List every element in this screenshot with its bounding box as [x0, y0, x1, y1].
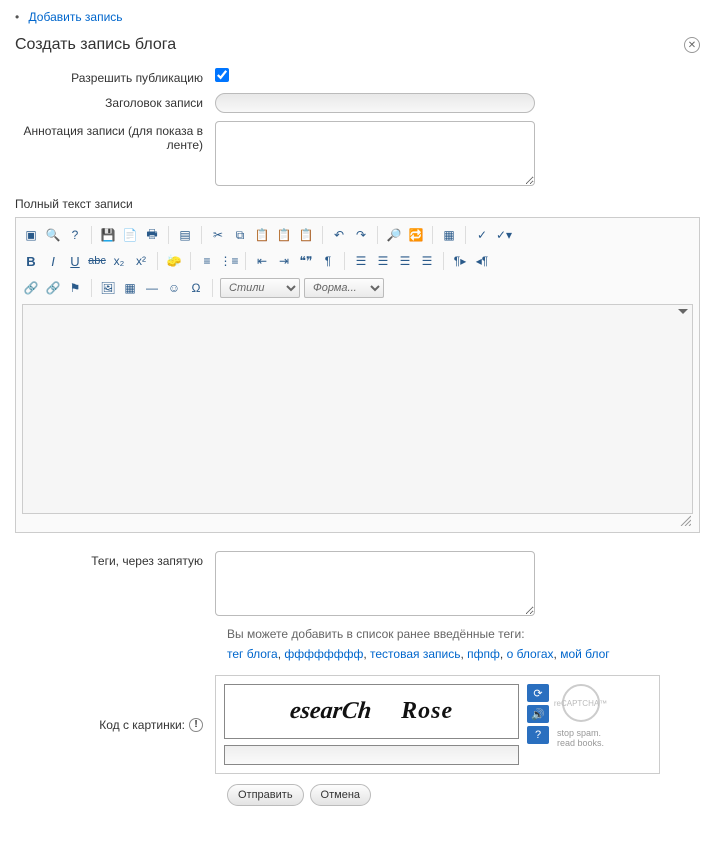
align-right-icon[interactable]: ☰: [396, 252, 414, 270]
cancel-button[interactable]: Отмена: [310, 784, 371, 806]
unordered-list-icon[interactable]: ⋮≡: [220, 252, 238, 270]
outdent-icon[interactable]: ⇤: [253, 252, 271, 270]
select-all-icon[interactable]: ▦: [440, 226, 458, 244]
find-icon[interactable]: 🔎: [385, 226, 403, 244]
spellcheck-icon[interactable]: ✓: [473, 226, 491, 244]
captcha-widget: esearCh Rose ⟳ 🔊 ? reCAPTCHA™ stop spam.…: [215, 675, 660, 774]
paste-icon[interactable]: 📋: [253, 226, 271, 244]
page-title: Создать запись блога: [15, 36, 176, 54]
tag-link[interactable]: фффффффф: [284, 647, 363, 661]
cut-icon[interactable]: ✂: [209, 226, 227, 244]
entry-title-label: Заголовок записи: [15, 93, 215, 110]
italic-icon[interactable]: I: [44, 252, 62, 270]
tag-link[interactable]: о блогах: [507, 647, 554, 661]
subscript-icon[interactable]: x₂: [110, 252, 128, 270]
special-char-icon[interactable]: Ω: [187, 279, 205, 297]
annotation-label: Аннотация записи (для показа в ленте): [15, 121, 215, 152]
undo-icon[interactable]: ↶: [330, 226, 348, 244]
link-icon[interactable]: 🔗: [22, 279, 40, 297]
div-icon[interactable]: ¶: [319, 252, 337, 270]
captcha-input[interactable]: [224, 745, 519, 765]
styles-select[interactable]: Стили: [220, 278, 300, 298]
bold-icon[interactable]: B: [22, 252, 40, 270]
underline-icon[interactable]: U: [66, 252, 84, 270]
required-icon: !: [189, 718, 203, 732]
templates-icon[interactable]: ▤: [176, 226, 194, 244]
replace-icon[interactable]: 🔁: [407, 226, 425, 244]
superscript-icon[interactable]: x²: [132, 252, 150, 270]
anchor-icon[interactable]: ⚑: [66, 279, 84, 297]
rich-text-editor: ▣ 🔍 ? 💾 📄 🖶 ▤ ✂ ⧉ 📋 📋 📋 ↶ ↷ 🔎 🔁 ▦ ✓ ✓▾ B…: [15, 217, 700, 533]
align-justify-icon[interactable]: ☰: [418, 252, 436, 270]
paste-word-icon[interactable]: 📋: [297, 226, 315, 244]
blockquote-icon[interactable]: ❝❞: [297, 252, 315, 270]
ordered-list-icon[interactable]: ≡: [198, 252, 216, 270]
format-select[interactable]: Форма...: [304, 278, 384, 298]
tags-label: Теги, через запятую: [15, 551, 215, 568]
image-icon[interactable]: 🖼: [99, 279, 117, 297]
collapse-toolbar-icon[interactable]: [678, 309, 688, 314]
tags-help-text: Вы можете добавить в список ранее введён…: [227, 627, 700, 641]
tag-link[interactable]: тег блога: [227, 647, 278, 661]
tag-link[interactable]: пфпф: [467, 647, 500, 661]
submit-button[interactable]: Отправить: [227, 784, 304, 806]
paste-text-icon[interactable]: 📋: [275, 226, 293, 244]
ltr-icon[interactable]: ¶▸: [451, 252, 469, 270]
copy-icon[interactable]: ⧉: [231, 226, 249, 244]
close-icon[interactable]: ✕: [684, 37, 700, 53]
table-icon[interactable]: ▦: [121, 279, 139, 297]
captcha-image: esearCh Rose: [224, 684, 519, 739]
tags-textarea[interactable]: [215, 551, 535, 616]
remove-format-icon[interactable]: 🧽: [165, 252, 183, 270]
annotation-textarea[interactable]: [215, 121, 535, 186]
tag-link[interactable]: тестовая запись: [370, 647, 460, 661]
captcha-refresh-icon[interactable]: ⟳: [527, 684, 549, 702]
save-icon[interactable]: 💾: [99, 226, 117, 244]
recaptcha-tagline: stop spam. read books.: [557, 728, 604, 748]
new-page-icon[interactable]: 📄: [121, 226, 139, 244]
align-left-icon[interactable]: ☰: [352, 252, 370, 270]
recaptcha-logo-icon: reCAPTCHA™: [562, 684, 600, 722]
entry-title-input[interactable]: [215, 93, 535, 113]
source-icon[interactable]: ▣: [22, 226, 40, 244]
publish-checkbox[interactable]: [215, 68, 229, 82]
add-entry-link[interactable]: Добавить запись: [29, 10, 123, 24]
full-text-label: Полный текст записи: [15, 197, 700, 211]
strike-icon[interactable]: abc: [88, 252, 106, 270]
publish-label: Разрешить публикацию: [15, 68, 215, 85]
preview-icon[interactable]: 🔍: [44, 226, 62, 244]
tag-link[interactable]: мой блог: [560, 647, 609, 661]
captcha-help-icon[interactable]: ?: [527, 726, 549, 744]
print-icon[interactable]: 🖶: [143, 226, 161, 244]
captcha-audio-icon[interactable]: 🔊: [527, 705, 549, 723]
captcha-label: Код с картинки:: [99, 718, 185, 732]
hr-icon[interactable]: —: [143, 279, 161, 297]
indent-icon[interactable]: ⇥: [275, 252, 293, 270]
help-icon[interactable]: ?: [66, 226, 84, 244]
resize-handle[interactable]: [22, 514, 693, 526]
redo-icon[interactable]: ↷: [352, 226, 370, 244]
smiley-icon[interactable]: ☺: [165, 279, 183, 297]
full-text-textarea[interactable]: [23, 305, 692, 510]
spellcheck-lang-icon[interactable]: ✓▾: [495, 226, 513, 244]
tags-suggestions: тег блога, фффффффф, тестовая запись, пф…: [227, 647, 700, 661]
align-center-icon[interactable]: ☰: [374, 252, 392, 270]
rtl-icon[interactable]: ◂¶: [473, 252, 491, 270]
unlink-icon[interactable]: 🔗: [44, 279, 62, 297]
